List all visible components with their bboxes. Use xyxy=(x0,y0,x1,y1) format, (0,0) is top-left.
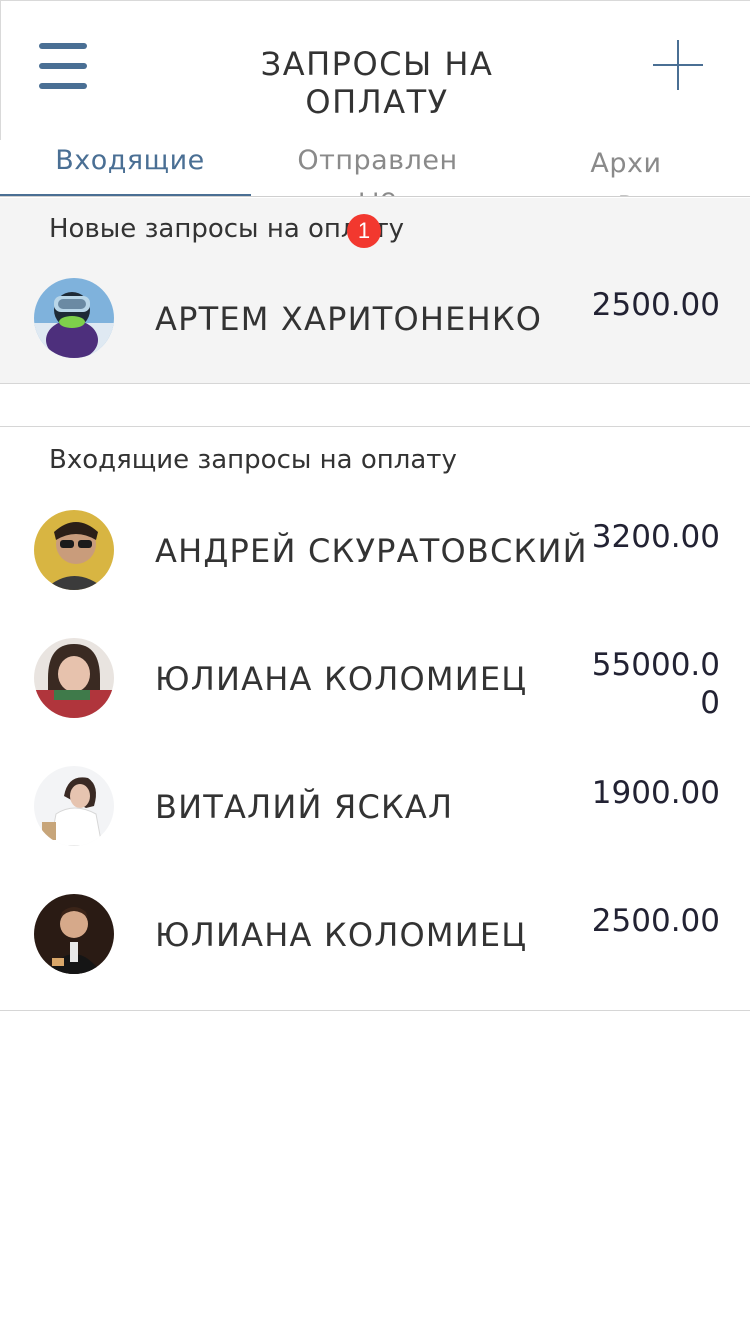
request-amount: 3200.00 xyxy=(591,519,720,555)
request-amount: 2500.00 xyxy=(591,287,720,323)
screen: ЗАПРОСЫ НА ОПЛАТУ Входящие Отправленые А… xyxy=(0,0,750,1334)
hamburger-menu-icon[interactable] xyxy=(39,39,87,93)
requester-name: АНДРЕЙ СКУРАТОВСКИЙ xyxy=(155,532,588,570)
requester-name: ВИТАЛИЙ ЯСКАЛ xyxy=(155,788,454,826)
request-amount: 55000.00 xyxy=(591,647,720,721)
request-row[interactable]: АРТЕМ ХАРИТОНЕНКО 2500.00 xyxy=(0,268,750,368)
requester-name: ЮЛИАНА КОЛОМИЕЦ xyxy=(155,660,528,698)
request-row[interactable]: ВИТАЛИЙ ЯСКАЛ 1900.00 xyxy=(0,756,750,856)
avatar xyxy=(34,278,114,358)
tab-incoming[interactable]: Входящие xyxy=(40,140,220,196)
page-title: ЗАПРОСЫ НА ОПЛАТУ xyxy=(260,45,494,121)
request-amount: 2500.00 xyxy=(591,903,720,939)
plus-icon[interactable] xyxy=(653,40,703,90)
request-row[interactable]: ЮЛИАНА КОЛОМИЕЦ 2500.00 xyxy=(0,884,750,984)
request-amount: 1900.00 xyxy=(591,775,720,811)
avatar xyxy=(34,766,114,846)
active-tab-indicator xyxy=(0,194,251,196)
notification-badge: 1 xyxy=(347,214,381,248)
incoming-requests-title: Входящие запросы на оплату xyxy=(49,445,457,475)
requester-name: ЮЛИАНА КОЛОМИЕЦ xyxy=(155,916,528,954)
tab-archive-label: Архив xyxy=(590,148,662,196)
avatar xyxy=(34,510,114,590)
tab-bar: Входящие Отправленые Архив xyxy=(0,140,750,197)
avatar xyxy=(34,638,114,718)
requester-name: АРТЕМ ХАРИТОНЕНКО xyxy=(155,300,543,338)
tab-sent[interactable]: Отправленые xyxy=(290,140,465,196)
request-row[interactable]: АНДРЕЙ СКУРАТОВСКИЙ 3200.00 xyxy=(0,500,750,600)
tab-sent-label: Отправленые xyxy=(297,145,458,196)
app-header: ЗАПРОСЫ НА ОПЛАТУ xyxy=(0,0,750,140)
incoming-requests-section: Входящие запросы на оплату АНДРЕЙ СКУРАТ… xyxy=(0,426,750,1011)
tab-archive[interactable]: Архив xyxy=(590,143,662,196)
tab-incoming-label: Входящие xyxy=(55,145,205,176)
request-row[interactable]: ЮЛИАНА КОЛОМИЕЦ 55000.00 xyxy=(0,628,750,728)
new-requests-section: Новые запросы на оплату 1 АРТЕМ ХАРИТОНЕ… xyxy=(0,198,750,384)
avatar xyxy=(34,894,114,974)
